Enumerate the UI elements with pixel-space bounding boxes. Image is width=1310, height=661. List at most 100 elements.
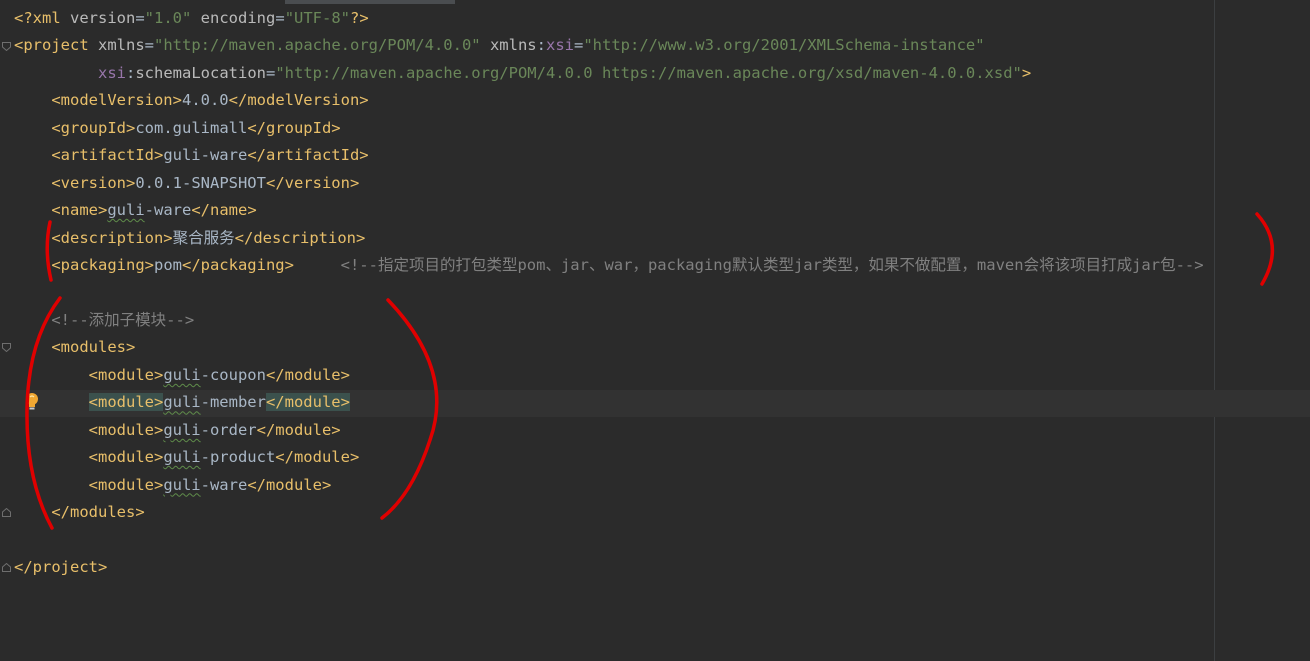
code-token: 0.0.1-SNAPSHOT [135,173,266,192]
code-token: ?> [350,9,369,27]
code-token: guli-ware [163,146,248,165]
code-token: </packaging> [181,256,294,275]
code-line[interactable]: </project> [14,554,107,581]
code-token: </modelVersion> [228,91,369,110]
code-token: guli [163,393,201,412]
code-token: <module> [88,448,164,467]
code-token: xmlns [98,36,145,55]
code-token: -coupon [200,365,266,384]
code-token: "http://maven.apache.org/POM/4.0.0" [154,36,481,55]
code-token: <modelVersion> [51,91,182,110]
code-token: </modules> [51,503,145,522]
code-token: <artifactId> [51,146,164,165]
code-token: > [1021,63,1032,82]
code-token: <!--添加子模块--> [51,310,195,329]
code-token: </module> [265,393,350,412]
code-token: 聚合服务 [172,228,235,247]
code-token: <module> [88,475,164,494]
code-token: <!--指定项目的打包类型pom、jar、war，packaging默认类型ja… [340,256,1204,275]
code-token: xsi [98,63,126,82]
code-token: = [275,9,285,27]
code-line[interactable]: <!--添加子模块--> [14,307,194,334]
code-line[interactable]: <groupId>com.gulimall</groupId> [14,115,341,142]
code-token: = [144,36,155,55]
code-token: xmlns [480,36,537,55]
fold-close-icon[interactable] [2,508,11,517]
code-token: = [135,9,145,27]
code-line[interactable]: <project xmlns="http://maven.apache.org/… [14,32,985,59]
code-token: : [126,63,136,82]
fold-close-icon[interactable] [2,563,11,572]
code-line[interactable]: <packaging>pom</packaging> <!--指定项目的打包类型… [14,252,1204,279]
code-token: <module> [88,393,164,412]
code-line[interactable]: <module>guli-member</module> [14,389,350,416]
code-token: <version> [51,173,136,192]
code-token: <module> [88,420,164,439]
code-line[interactable]: <name>guli-ware</name> [14,197,257,224]
code-token: com.gulimall [135,118,248,137]
code-line[interactable]: <modelVersion>4.0.0</modelVersion> [14,87,369,114]
code-token: <project [14,36,98,55]
code-token: xml [32,9,70,27]
code-token: version [70,9,136,27]
code-line[interactable]: <module>guli-coupon</module> [14,362,350,389]
code-line[interactable]: <modules> [14,334,135,361]
code-editor[interactable]: <?xml version="1.0" encoding="UTF-8"?> <p… [0,0,1310,661]
code-line[interactable]: <?xml version="1.0" encoding="UTF-8"?> [14,5,369,32]
code-line[interactable]: <module>guli-order</module> [14,417,341,444]
code-line[interactable]: <module>guli-ware</module> [14,472,332,499]
code-line[interactable]: <artifactId>guli-ware</artifactId> [14,142,368,169]
right-margin-guide [1214,0,1215,661]
code-token: <groupId> [51,118,136,137]
code-token: <name> [51,201,108,220]
code-token: "http://maven.apache.org/POM/4.0.0 https… [275,63,1022,82]
code-token: </description> [234,228,366,247]
code-line[interactable]: <description>聚合服务</description> [14,225,365,252]
code-token: -ware [144,201,192,220]
code-token: guli [163,448,201,467]
code-token: xsi [545,36,574,55]
code-token: guli [107,201,145,220]
code-token: "http://www.w3.org/2001/XMLSchema-instan… [583,36,985,55]
code-line[interactable]: </modules> [14,499,145,526]
code-line[interactable]: <module>guli-product</module> [14,444,360,471]
code-token: = [266,63,276,82]
code-line[interactable]: <version>0.0.1-SNAPSHOT</version> [14,170,359,197]
code-token: guli [163,365,201,384]
code-token: <packaging> [51,256,154,275]
code-token: guli [163,420,201,439]
code-line[interactable]: xsi:schemaLocation="http://maven.apache.… [14,60,1031,87]
code-token: "UTF-8" [284,9,351,27]
code-token: schemaLocation [135,63,266,82]
code-token: -product [200,448,276,467]
code-token: guli [163,475,201,494]
code-token: </groupId> [247,118,341,137]
code-token: -ware [200,475,248,494]
horizontal-scroll-thumb[interactable] [285,0,455,4]
code-token: "1.0" [144,9,192,27]
code-token: pom [153,256,182,275]
code-token: <description> [51,228,173,247]
code-token: -order [200,420,257,439]
fold-open-icon[interactable] [2,42,11,51]
code-token: </module> [256,420,341,439]
code-token: </module> [275,448,360,467]
code-token: </module> [265,365,350,384]
code-token: </name> [191,201,257,220]
fold-open-icon[interactable] [2,343,11,352]
